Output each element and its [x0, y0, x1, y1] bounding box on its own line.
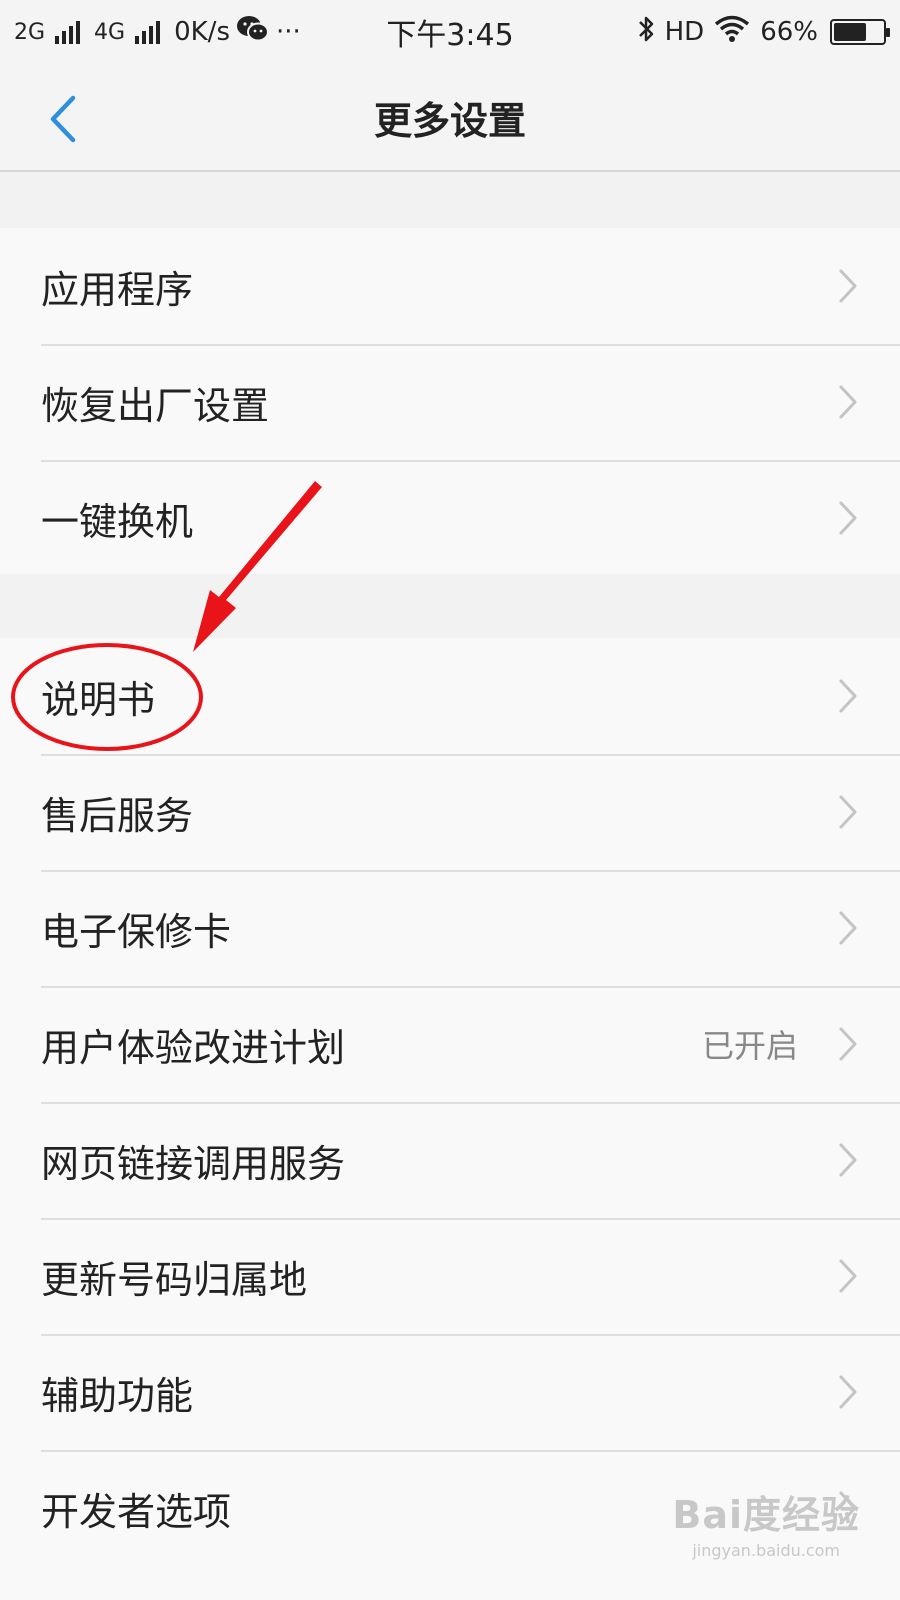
- settings-item-factory-reset[interactable]: 恢复出厂设置: [0, 344, 900, 460]
- status-right: HD 66%: [637, 14, 890, 51]
- chevron-right-icon: [839, 1027, 857, 1061]
- page-title: 更多设置: [373, 99, 526, 143]
- battery-fill: [834, 23, 866, 41]
- settings-item-phone-clone[interactable]: 一键换机: [0, 460, 900, 576]
- settings-item-value: 已开启: [701, 1027, 798, 1065]
- chevron-right-icon: [839, 501, 857, 535]
- network-2g-label: 2G: [14, 19, 46, 45]
- chevron-right-icon: [839, 679, 857, 713]
- chevron-right-icon: [839, 1143, 857, 1177]
- settings-item-label: 网页链接调用服务: [41, 1141, 346, 1186]
- network-4g-label: 4G: [94, 19, 126, 45]
- battery-icon: [830, 19, 890, 45]
- settings-item-accessibility[interactable]: 辅助功能: [0, 1334, 900, 1450]
- settings-item-label: 电子保修卡: [41, 909, 232, 954]
- chevron-right-icon: [839, 1375, 857, 1409]
- settings-item-label: 开发者选项: [41, 1489, 232, 1534]
- wifi-icon: [714, 15, 750, 50]
- title-bar: 更多设置: [0, 64, 900, 172]
- bluetooth-icon: [637, 14, 655, 51]
- settings-item-label: 辅助功能: [41, 1373, 194, 1418]
- signal-icon: [55, 20, 81, 44]
- chevron-right-icon: [839, 911, 857, 945]
- watermark-url: jingyan.baidu.com: [692, 1541, 840, 1560]
- settings-item-number-location[interactable]: 更新号码归属地: [0, 1218, 900, 1334]
- watermark-logo: Bai度经验: [672, 1493, 860, 1537]
- settings-item-label: 更新号码归属地: [41, 1257, 308, 1302]
- settings-item-after-sales[interactable]: 售后服务: [0, 754, 900, 870]
- settings-item-manual[interactable]: 说明书: [0, 638, 900, 754]
- settings-item-label: 售后服务: [41, 793, 194, 838]
- chevron-right-icon: [839, 795, 857, 829]
- settings-item-ux-program[interactable]: 用户体验改进计划 已开启: [0, 986, 900, 1102]
- settings-group-2: 说明书 售后服务 电子保修卡 用户体验改进计划 已开启 网页链接调用服务 更新号…: [0, 638, 900, 1600]
- settings-item-label: 一键换机: [41, 499, 194, 544]
- settings-item-label: 应用程序: [41, 267, 194, 312]
- network-speed: 0K/s: [174, 17, 230, 47]
- chevron-right-icon: [839, 385, 857, 419]
- settings-item-warranty-card[interactable]: 电子保修卡: [0, 870, 900, 986]
- battery-percent: 66%: [760, 17, 818, 47]
- settings-item-label: 用户体验改进计划: [41, 1025, 346, 1070]
- settings-item-label: 恢复出厂设置: [41, 383, 270, 428]
- chevron-right-icon: [839, 1259, 857, 1293]
- settings-group-1: 应用程序 恢复出厂设置 一键换机: [0, 228, 900, 574]
- status-bar: 2G 4G 0K/s ··· 下午3:45 HD 66%: [0, 0, 900, 64]
- signal-icon: [135, 20, 161, 44]
- watermark: Bai度经验 jingyan.baidu.com: [672, 1484, 860, 1560]
- status-left: 2G 4G 0K/s ···: [14, 15, 301, 50]
- settings-item-web-link-service[interactable]: 网页链接调用服务: [0, 1102, 900, 1218]
- settings-item-apps[interactable]: 应用程序: [0, 228, 900, 344]
- more-notifications-icon: ···: [276, 17, 301, 47]
- settings-item-label: 说明书: [41, 677, 156, 722]
- chevron-right-icon: [839, 269, 857, 303]
- wechat-icon: [236, 15, 270, 50]
- hd-label: HD: [664, 17, 705, 47]
